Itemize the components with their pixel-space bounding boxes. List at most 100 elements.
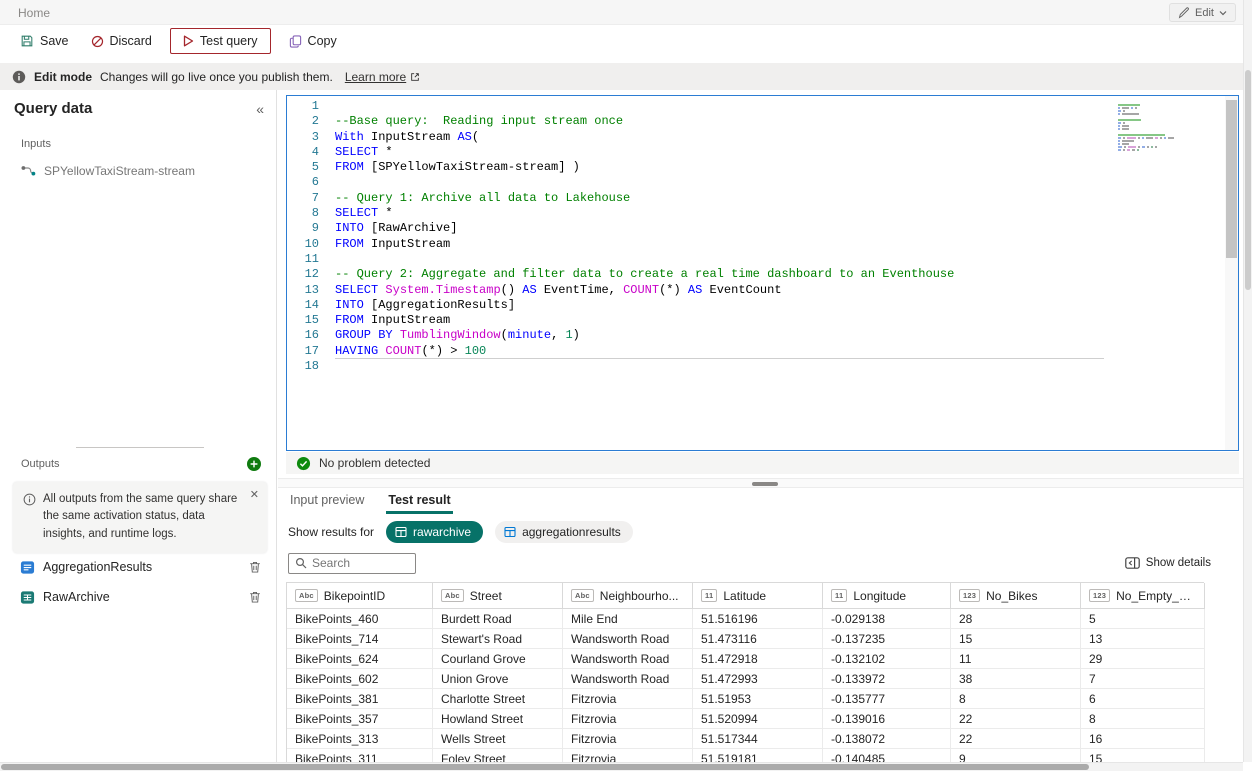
code-line[interactable]: With InputStream AS( <box>335 130 1104 145</box>
code-line[interactable]: SELECT * <box>335 145 1104 160</box>
show-details-button[interactable]: Show details <box>1125 557 1211 569</box>
code-line[interactable] <box>335 99 1104 114</box>
code-line[interactable]: FROM [SPYellowTaxiStream-stream] ) <box>335 160 1104 175</box>
table-cell[interactable]: -0.132102 <box>823 649 951 669</box>
editor-scrollbar[interactable] <box>1225 96 1238 450</box>
code-line[interactable]: INTO [RawArchive] <box>335 221 1104 236</box>
table-cell[interactable]: 51.517344 <box>693 729 823 749</box>
table-cell[interactable]: 6 <box>1081 689 1205 709</box>
tab-test-result[interactable]: Test result <box>386 488 452 514</box>
table-cell[interactable]: Wandsworth Road <box>563 629 693 649</box>
table-cell[interactable]: 15 <box>951 629 1081 649</box>
table-cell[interactable]: Stewart's Road <box>433 629 563 649</box>
table-cell[interactable]: -0.133972 <box>823 669 951 689</box>
column-header[interactable]: AbcStreet <box>433 583 563 609</box>
table-cell[interactable]: 51.51953 <box>693 689 823 709</box>
table-cell[interactable]: -0.137235 <box>823 629 951 649</box>
table-cell[interactable]: 51.520994 <box>693 709 823 729</box>
table-cell[interactable]: 38 <box>951 669 1081 689</box>
column-header[interactable]: 123No_Bikes <box>951 583 1081 609</box>
pill-rawarchive[interactable]: rawarchive <box>386 521 483 543</box>
table-cell[interactable]: 51.472918 <box>693 649 823 669</box>
sidebar-resize-handle[interactable] <box>76 447 204 448</box>
table-cell[interactable]: BikePoints_714 <box>287 629 433 649</box>
close-icon[interactable]: ✕ <box>250 488 259 501</box>
table-cell[interactable]: 5 <box>1081 609 1205 629</box>
code-line[interactable]: GROUP BY TumblingWindow(minute, 1) <box>335 328 1104 343</box>
table-cell[interactable]: 13 <box>1081 629 1205 649</box>
table-cell[interactable]: 8 <box>951 689 1081 709</box>
code-line[interactable]: -- Query 2: Aggregate and filter data to… <box>335 267 1104 282</box>
scrollbar-thumb[interactable] <box>1226 100 1237 258</box>
table-cell[interactable]: Wandsworth Road <box>563 649 693 669</box>
table-cell[interactable]: Mile End <box>563 609 693 629</box>
code-line[interactable]: --Base query: Reading input stream once <box>335 114 1104 129</box>
table-cell[interactable]: -0.135777 <box>823 689 951 709</box>
add-output-button[interactable] <box>246 456 262 472</box>
table-cell[interactable]: Courland Grove <box>433 649 563 669</box>
table-cell[interactable]: 16 <box>1081 729 1205 749</box>
table-cell[interactable]: 28 <box>951 609 1081 629</box>
tab-input-preview[interactable]: Input preview <box>288 488 366 514</box>
table-cell[interactable]: BikePoints_460 <box>287 609 433 629</box>
table-cell[interactable]: BikePoints_357 <box>287 709 433 729</box>
code-line[interactable] <box>335 359 1104 374</box>
table-cell[interactable]: -0.029138 <box>823 609 951 629</box>
table-cell[interactable]: -0.139016 <box>823 709 951 729</box>
copy-button[interactable]: Copy <box>279 28 347 54</box>
column-header[interactable]: 123No_Empty_D... <box>1081 583 1205 609</box>
input-item-spyellowtaxistream[interactable]: SPYellowTaxiStream-stream <box>20 163 264 179</box>
tab-home[interactable]: Home <box>18 6 50 20</box>
code-line[interactable]: SELECT * <box>335 206 1104 221</box>
search-input[interactable] <box>312 556 402 570</box>
delete-icon[interactable] <box>248 590 262 604</box>
column-header[interactable]: AbcBikepointID <box>287 583 433 609</box>
table-cell[interactable]: Fitzrovia <box>563 729 693 749</box>
panel-splitter[interactable] <box>278 478 1252 488</box>
splitter-grip[interactable] <box>752 482 778 486</box>
code-line[interactable] <box>335 252 1104 267</box>
table-cell[interactable]: 22 <box>951 729 1081 749</box>
editor-code[interactable]: --Base query: Reading input stream onceW… <box>335 99 1104 374</box>
table-cell[interactable]: BikePoints_624 <box>287 649 433 669</box>
sql-code-editor[interactable]: 123456789101112131415161718 --Base query… <box>286 95 1239 451</box>
learn-more-link[interactable]: Learn more <box>345 70 420 84</box>
table-cell[interactable]: Wells Street <box>433 729 563 749</box>
code-line[interactable]: INTO [AggregationResults] <box>335 298 1104 313</box>
table-cell[interactable]: Wandsworth Road <box>563 669 693 689</box>
table-cell[interactable]: Howland Street <box>433 709 563 729</box>
page-vertical-scrollbar[interactable] <box>1243 0 1252 762</box>
scrollbar-thumb[interactable] <box>1245 70 1251 290</box>
code-line[interactable] <box>335 175 1104 190</box>
table-cell[interactable]: Union Grove <box>433 669 563 689</box>
table-cell[interactable]: 51.516196 <box>693 609 823 629</box>
scrollbar-thumb[interactable] <box>1 764 1089 770</box>
table-cell[interactable]: Charlotte Street <box>433 689 563 709</box>
table-cell[interactable]: 7 <box>1081 669 1205 689</box>
search-box[interactable] <box>288 553 416 574</box>
pill-aggregationresults[interactable]: aggregationresults <box>495 521 633 543</box>
code-line[interactable]: SELECT System.Timestamp() AS EventTime, … <box>335 283 1104 298</box>
table-cell[interactable]: BikePoints_381 <box>287 689 433 709</box>
table-cell[interactable]: 51.472993 <box>693 669 823 689</box>
output-item-aggregationresults[interactable]: AggregationResults <box>0 552 276 582</box>
save-button[interactable]: Save <box>10 28 79 54</box>
collapse-sidebar-icon[interactable]: « <box>256 101 264 117</box>
table-cell[interactable]: Fitzrovia <box>563 689 693 709</box>
table-cell[interactable]: BikePoints_602 <box>287 669 433 689</box>
code-line[interactable]: FROM InputStream <box>335 313 1104 328</box>
test-query-button[interactable]: Test query <box>170 28 271 54</box>
column-header[interactable]: 11Longitude <box>823 583 951 609</box>
table-cell[interactable]: 22 <box>951 709 1081 729</box>
column-header[interactable]: 11Latitude <box>693 583 823 609</box>
code-line[interactable]: FROM InputStream <box>335 237 1104 252</box>
code-line[interactable]: HAVING COUNT(*) > 100 <box>335 344 1104 359</box>
delete-icon[interactable] <box>248 560 262 574</box>
table-cell[interactable]: 51.473116 <box>693 629 823 649</box>
page-horizontal-scrollbar[interactable] <box>0 762 1243 771</box>
output-item-rawarchive[interactable]: RawArchive <box>0 582 276 612</box>
table-cell[interactable]: 8 <box>1081 709 1205 729</box>
edit-mode-button[interactable]: Edit <box>1169 3 1236 22</box>
table-cell[interactable]: 29 <box>1081 649 1205 669</box>
table-cell[interactable]: Burdett Road <box>433 609 563 629</box>
